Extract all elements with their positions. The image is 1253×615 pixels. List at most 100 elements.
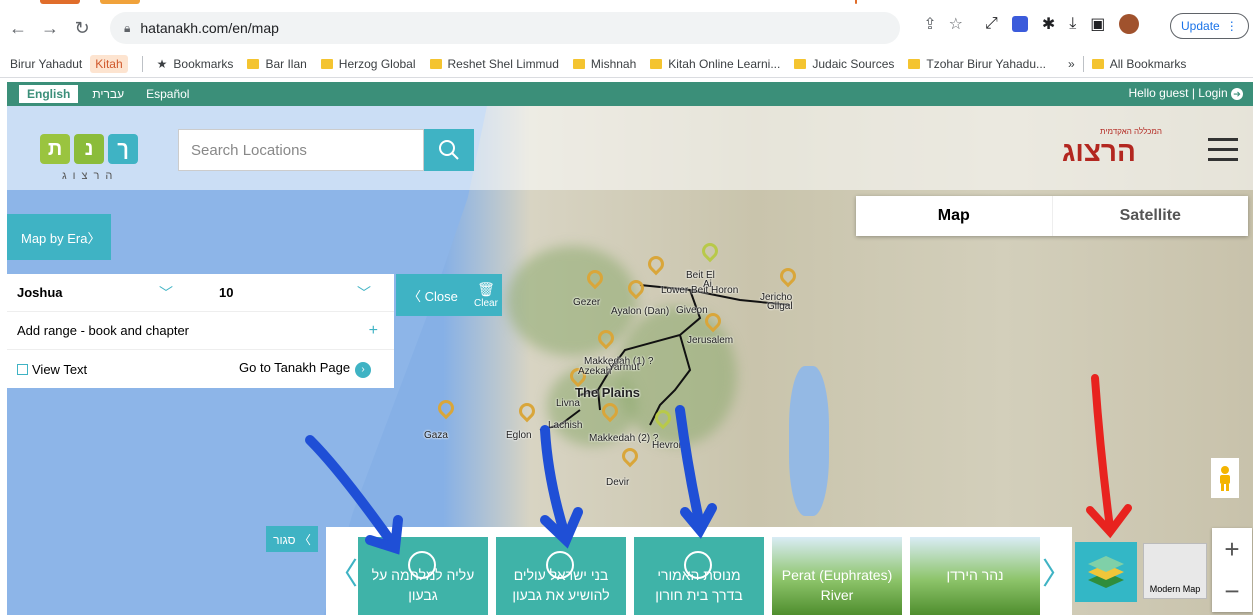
- bookmark-mishnah[interactable]: Mishnah: [572, 56, 637, 71]
- folder-icon: [650, 58, 663, 69]
- bookmark-tzohar[interactable]: Tzohar Birur Yahadu...: [908, 57, 1046, 71]
- place-label[interactable]: Gezer: [573, 297, 600, 308]
- zoom-in-button[interactable]: +: [1212, 528, 1252, 570]
- add-range-label: Add range - book and chapter: [17, 323, 190, 338]
- lang-spanish[interactable]: Español: [138, 85, 197, 103]
- bookmark-bookmarks[interactable]: ★ Bookmarks: [157, 57, 234, 71]
- place-label[interactable]: Yarmut: [608, 362, 640, 373]
- bookmark-label: Judaic Sources: [812, 56, 895, 71]
- place-label[interactable]: Gaza: [424, 430, 448, 441]
- event-card[interactable]: בני ישראל עולים להושיע את גבעון: [496, 537, 626, 615]
- trash-icon: 🗑︎: [477, 281, 495, 297]
- search-button[interactable]: [424, 129, 474, 171]
- resize-arrow-icon[interactable]: ⤢: [985, 15, 998, 33]
- chevron-down-icon[interactable]: ﹀: [159, 283, 173, 303]
- bookmark-label: Herzog Global: [338, 56, 416, 71]
- herzog-logo[interactable]: הרצוג: [1062, 136, 1136, 168]
- location-card[interactable]: נהר הירדן: [910, 537, 1040, 615]
- carousel-next-arrow-icon[interactable]: 〉: [1042, 527, 1072, 615]
- place-label[interactable]: Livna: [556, 398, 580, 409]
- clear-button[interactable]: 🗑︎ Clear: [470, 274, 502, 316]
- place-label[interactable]: Devir: [606, 477, 629, 488]
- bookmark-judaic-sources[interactable]: Judaic Sources: [794, 57, 894, 71]
- terrain-green: [507, 246, 637, 356]
- street-view-pegman-icon[interactable]: [1211, 458, 1239, 498]
- view-text-checkbox[interactable]: [17, 363, 28, 375]
- tab-indicator[interactable]: [100, 0, 140, 4]
- bookmarks-overflow[interactable]: »: [1068, 57, 1075, 71]
- bookmark-herzog-global[interactable]: Herzog Global: [320, 56, 416, 71]
- layers-button[interactable]: [1075, 542, 1137, 602]
- place-label[interactable]: Makkedah (2) ?: [589, 433, 658, 444]
- star-icon[interactable]: ☆: [949, 14, 963, 34]
- bookmark-birur-yahadut[interactable]: Birur Yahadut: [10, 57, 82, 71]
- location-card[interactable]: Perat (Euphrates) River: [772, 537, 902, 615]
- place-label[interactable]: Ayalon (Dan): [611, 306, 669, 317]
- lang-hebrew[interactable]: עברית: [84, 85, 132, 103]
- place-label[interactable]: Azekah: [578, 366, 611, 377]
- clear-label: Clear: [474, 298, 498, 309]
- place-label[interactable]: Gilgal: [767, 301, 793, 312]
- terrain-green: [617, 306, 737, 446]
- bookmark-all[interactable]: All Bookmarks: [1091, 57, 1186, 71]
- url-text: hatanakh.com/en/map: [140, 20, 279, 36]
- place-label[interactable]: Hevron: [652, 440, 684, 451]
- hamburger-menu-icon[interactable]: [1208, 138, 1238, 168]
- place-label[interactable]: Lachish: [548, 420, 582, 431]
- view-text-label[interactable]: View Text: [32, 362, 87, 377]
- tab-indicator[interactable]: [40, 0, 80, 4]
- place-label[interactable]: Jerusalem: [687, 335, 733, 346]
- search-input[interactable]: Search Locations: [178, 129, 424, 171]
- chevron-down-icon[interactable]: ﹀: [357, 283, 371, 303]
- card-line2: נהר הירדן: [946, 567, 1004, 583]
- plus-icon[interactable]: +: [369, 322, 378, 340]
- folder-icon: [320, 58, 333, 69]
- shield-extension-icon[interactable]: [1011, 16, 1028, 32]
- book-select[interactable]: Joshua: [17, 285, 63, 300]
- tanakh-logo[interactable]: ת נ ך: [40, 134, 138, 164]
- bookmark-label: Mishnah: [590, 56, 637, 71]
- side-panel-icon[interactable]: ▣: [1090, 14, 1105, 34]
- card-line2: גבעון: [408, 587, 438, 603]
- download-icon[interactable]: ⤓: [1069, 15, 1076, 33]
- event-card[interactable]: עליה למלחמה על גבעון: [358, 537, 488, 615]
- update-button[interactable]: Update ⋮: [1170, 13, 1249, 39]
- bookmark-separator: [141, 55, 143, 72]
- place-label[interactable]: Eglon: [506, 430, 532, 441]
- tab-strip: [0, 0, 1253, 6]
- lang-english[interactable]: English: [19, 85, 79, 103]
- map-view-button[interactable]: Map: [856, 196, 1052, 236]
- place-label[interactable]: Giveon: [676, 305, 708, 316]
- goto-tanakh-link[interactable]: Go to Tanakh Page ›: [239, 360, 372, 378]
- bookmark-reshet[interactable]: Reshet Shel Limmud: [429, 57, 559, 71]
- add-range-row[interactable]: Add range - book and chapter +: [7, 312, 394, 350]
- bookmark-kitah-online[interactable]: Kitah Online Learni...: [650, 57, 780, 71]
- close-panel-button[interactable]: 〈 Close: [396, 274, 470, 316]
- more-menu-icon[interactable]: ⋮: [1226, 19, 1238, 33]
- carousel-prev-arrow-icon[interactable]: 〈: [328, 527, 358, 615]
- modern-map-label: Modern Map: [1149, 584, 1201, 594]
- share-icon[interactable]: ⇪: [923, 14, 936, 34]
- card-line1: עליה למלחמה על: [371, 567, 475, 583]
- place-label[interactable]: The Plains: [575, 385, 640, 400]
- bookmark-bar-ilan[interactable]: Bar Ilan: [247, 57, 307, 71]
- map-by-era-button[interactable]: Map by Era〉: [7, 214, 111, 260]
- forward-arrow-icon[interactable]: →: [36, 14, 64, 42]
- back-arrow-icon[interactable]: ←: [4, 14, 32, 42]
- extension-icons: ⤢ ✱ ⤓ ▣: [985, 14, 1140, 34]
- reload-icon[interactable]: ↻: [68, 14, 96, 42]
- greeting-text: Hello guest | Login: [1128, 86, 1228, 100]
- bookmark-kitah[interactable]: Kitah: [90, 54, 128, 73]
- event-card[interactable]: מנוסת האמורי בדרך בית חורון: [634, 537, 764, 615]
- satellite-view-button[interactable]: Satellite: [1051, 196, 1249, 236]
- close-carousel-button[interactable]: סגור 〈: [266, 526, 318, 552]
- zoom-out-button[interactable]: −: [1212, 570, 1252, 612]
- profile-avatar[interactable]: [1119, 14, 1140, 34]
- card-line2: River: [820, 587, 854, 603]
- address-bar[interactable]: 🔒︎ hatanakh.com/en/map: [110, 12, 900, 44]
- chapter-select[interactable]: 10: [219, 285, 233, 300]
- place-label[interactable]: Lower Beit Horon: [661, 285, 738, 296]
- puzzle-icon[interactable]: ✱: [1042, 14, 1055, 34]
- modern-map-button[interactable]: Modern Map: [1143, 543, 1207, 599]
- login-link[interactable]: Hello guest | Login ➔: [1128, 86, 1243, 100]
